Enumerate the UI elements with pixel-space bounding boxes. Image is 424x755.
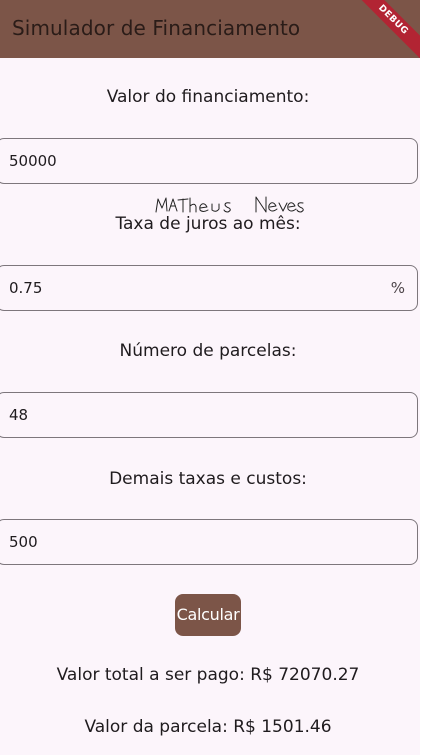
interest-rate-input[interactable] — [9, 266, 369, 310]
other-fees-field[interactable] — [0, 519, 418, 565]
loan-value-field[interactable] — [0, 138, 418, 184]
installment-amount-text: Valor da parcela: R$ 1501.46 — [84, 717, 332, 737]
installments-input[interactable] — [9, 393, 369, 437]
debug-banner: DEBUG — [348, 0, 420, 58]
interest-rate-field[interactable]: % — [0, 265, 418, 311]
loan-value-label: Valor do financiamento: — [106, 87, 310, 107]
installments-field[interactable] — [0, 392, 418, 438]
loan-value-input[interactable] — [9, 139, 369, 183]
app-title: Simulador de Financiamento — [12, 16, 301, 40]
interest-rate-label: Taxa de juros ao mês: — [115, 214, 301, 234]
calculate-button[interactable]: Calcular — [175, 594, 241, 636]
handwritten-signature — [155, 196, 304, 213]
other-fees-input[interactable] — [9, 520, 369, 564]
right-edge-strip — [420, 0, 424, 755]
other-fees-label: Demais taxas e custos: — [109, 469, 307, 489]
installments-label: Número de parcelas: — [119, 341, 297, 361]
total-amount-text: Valor total a ser pago: R$ 72070.27 — [56, 665, 360, 685]
app-bar: Simulador de Financiamento DEBUG — [0, 0, 420, 58]
percent-suffix: % — [390, 279, 405, 297]
